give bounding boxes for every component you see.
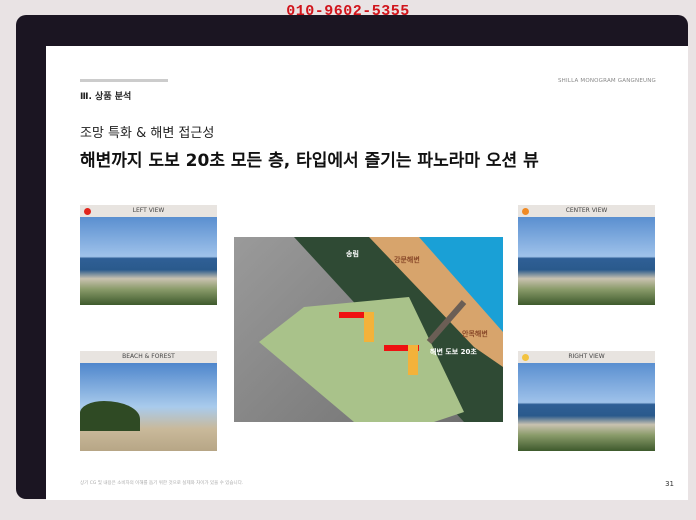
map-label-gangmun-beach: 강문해변 [394,256,420,264]
left-view-card: LEFT VIEW [80,205,217,305]
right-view-photo [518,363,655,451]
map-label-forest: 송림 [346,250,359,258]
center-view-photo [518,217,655,305]
center-view-card: CENTER VIEW [518,205,655,305]
map-label-anmok-beach: 안목해변 [462,330,488,338]
screen-frame: Ⅲ. 상품 분석 SHILLA MONOGRAM GANGNEUNG 조망 특화… [16,15,688,500]
brochure-page: Ⅲ. 상품 분석 SHILLA MONOGRAM GANGNEUNG 조망 특화… [46,46,688,500]
view-label: CENTER VIEW [565,207,608,214]
left-view-photo [80,217,217,305]
beach-forest-card: BEACH & FOREST [80,351,217,451]
beach-forest-photo [80,363,217,451]
yellow-dot-icon [522,354,529,361]
page-subtitle: 조망 특화 & 해변 접근성 [80,126,215,141]
site-map: 송림 강문해변 안목해변 해변 도보 20초 [234,237,503,422]
view-label: RIGHT VIEW [568,353,605,360]
page-title: 해변까지 도보 20초 모든 층, 타입에서 즐기는 파노라마 오션 뷰 [80,151,539,171]
red-dot-icon [84,208,91,215]
view-label: LEFT VIEW [132,207,165,214]
page-number: 31 [665,480,674,488]
footer-note: 상기 CG 및 내용은 소비자의 이해를 돕기 위한 것으로 실제와 차이가 있… [80,481,244,486]
section-bar [80,79,168,82]
map-label-walk-time: 해변 도보 20초 [430,348,477,356]
section-label: Ⅲ. 상품 분석 [80,92,132,102]
right-view-card: RIGHT VIEW [518,351,655,451]
orange-dot-icon [522,208,529,215]
brand-label: SHILLA MONOGRAM GANGNEUNG [557,78,656,84]
view-label: BEACH & FOREST [122,353,175,360]
